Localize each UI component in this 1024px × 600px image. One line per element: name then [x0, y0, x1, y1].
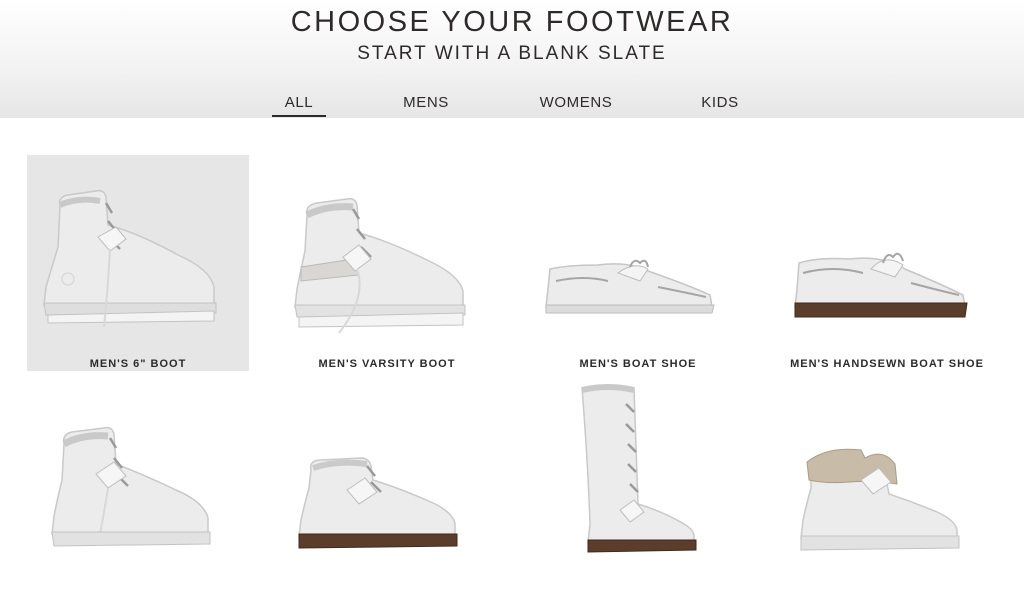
white-tall-boot-icon [581, 384, 697, 553]
product-label: MEN'S BOAT SHOE [579, 358, 697, 370]
white-handsewn-boat-shoe-icon [794, 252, 968, 318]
product-card-tall-boot[interactable] [527, 384, 749, 600]
white-roll-top-boot-icon [800, 448, 960, 551]
product-label: MEN'S VARSITY BOOT [318, 358, 456, 370]
page-header: CHOOSE YOUR FOOTWEAR START WITH A BLANK … [0, 0, 1024, 118]
white-varsity-boot-icon [294, 197, 466, 334]
product-card-varsity-boot[interactable]: MEN'S VARSITY BOOT [276, 155, 498, 371]
white-kids-boot-icon [51, 426, 211, 547]
product-card-kids-boot[interactable] [27, 384, 249, 600]
tab-womens[interactable]: WOMENS [532, 94, 620, 111]
product-card-boat-shoe[interactable]: MEN'S BOAT SHOE [527, 155, 749, 371]
tab-all[interactable]: ALL [272, 94, 326, 117]
tab-mens[interactable]: MENS [396, 94, 456, 111]
product-card-roll-top-boot[interactable] [776, 384, 998, 600]
product-card-chukka-boot[interactable] [276, 384, 498, 600]
white-chukka-boot-icon [298, 457, 458, 549]
product-card-handsewn-boat-shoe[interactable]: MEN'S HANDSEWN BOAT SHOE [776, 155, 998, 371]
page-title: CHOOSE YOUR FOOTWEAR [290, 6, 734, 38]
white-6-inch-boot-icon [43, 189, 217, 328]
product-card-6-inch-boot[interactable]: MEN'S 6" BOOT [27, 155, 249, 371]
product-label: MEN'S HANDSEWN BOAT SHOE [790, 358, 984, 370]
product-label: MEN'S 6" BOOT [89, 358, 187, 370]
page-subtitle: START WITH A BLANK SLATE [357, 43, 667, 64]
tab-kids[interactable]: KIDS [696, 94, 744, 111]
white-boat-shoe-icon [545, 259, 715, 314]
